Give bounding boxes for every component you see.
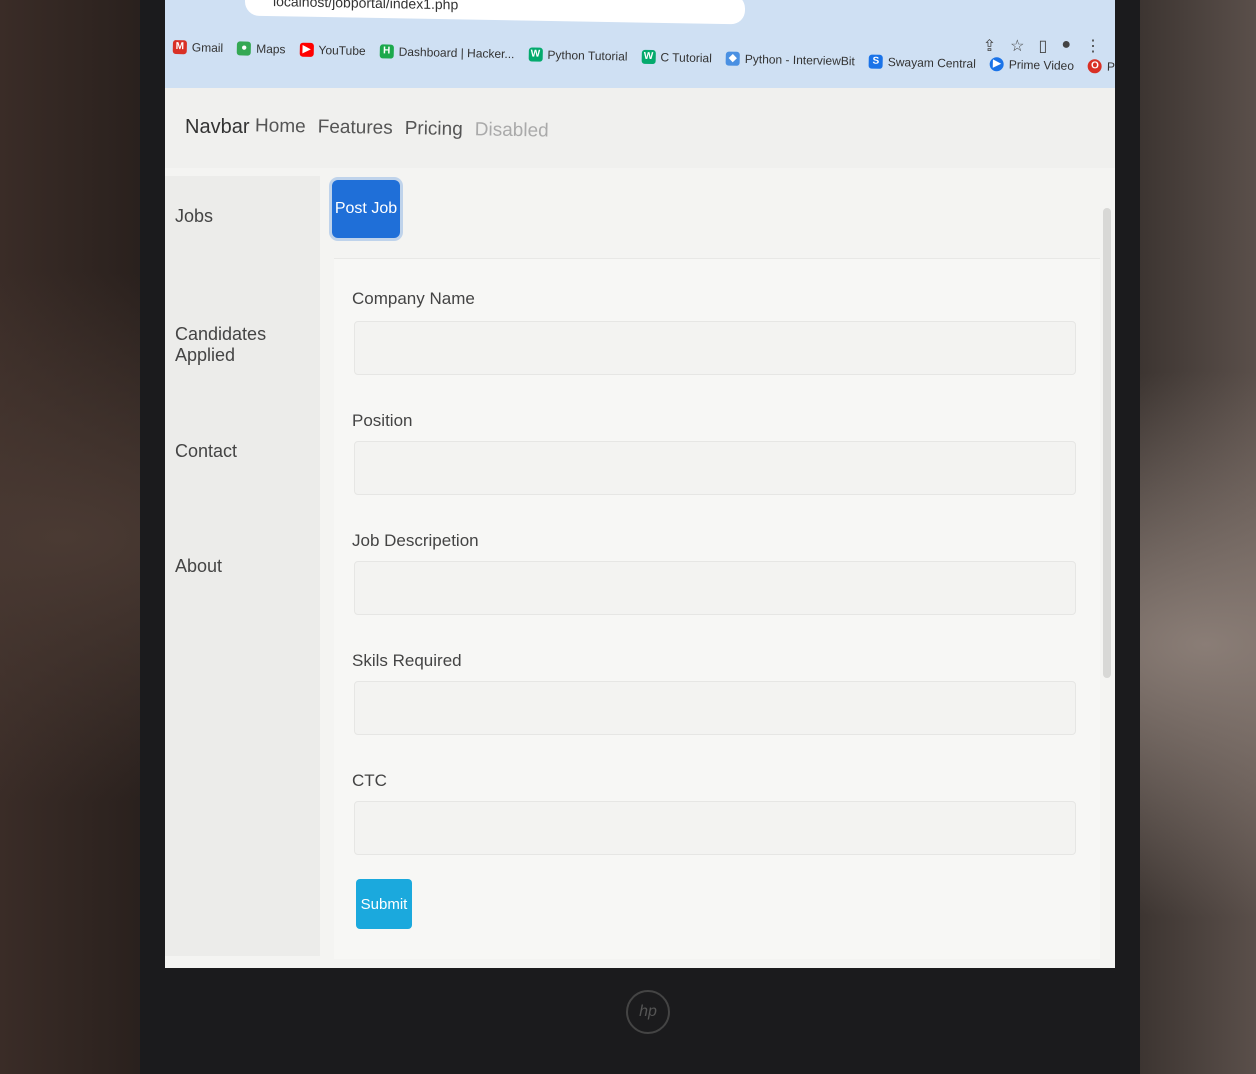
bookmark-youtube[interactable]: ▶ YouTube [299, 42, 366, 58]
job-description-input[interactable] [354, 561, 1076, 615]
bookmarks-bar: M Gmail ● Maps ▶ YouTube H Dashboard | Hacke… [165, 32, 1115, 89]
sidepanel-icon[interactable]: ▯ [1039, 36, 1048, 56]
position-label: Position [352, 411, 413, 430]
browser-actions: ⇪ ☆ ▯ ● ⋮ [983, 36, 1101, 56]
gmail-icon: M [172, 40, 187, 55]
sidebar: Jobs Candidates Applied Contact About [165, 176, 320, 956]
company-name-label: Company Name [352, 289, 475, 308]
submit-button[interactable]: Submit [356, 879, 412, 929]
page-scrollbar[interactable] [1103, 208, 1111, 678]
nav-link-home[interactable]: Home [255, 115, 306, 138]
job-description-label: Job Descripetion [352, 531, 479, 550]
hackerrank-icon: H [379, 44, 394, 59]
w3schools-icon: W [641, 49, 656, 65]
bookmark-swayam[interactable]: S Swayam Central [868, 54, 976, 71]
bookmark-prime-video[interactable]: ▶ Prime Video [989, 57, 1074, 73]
maps-icon: ● [237, 41, 252, 56]
nav-link-pricing[interactable]: Pricing [404, 118, 462, 141]
bookmark-hackerrank[interactable]: H Dashboard | Hacker... [379, 44, 515, 61]
prime-video-icon: ▶ [989, 57, 1004, 72]
nav-link-features[interactable]: Features [318, 117, 393, 140]
interviewbit-icon: ◆ [725, 51, 740, 66]
nav-link-disabled: Disabled [474, 119, 549, 142]
swayam-icon: S [868, 54, 883, 69]
bookmark-python-tutorial[interactable]: W Python Tutorial [528, 47, 628, 64]
post-job-button[interactable]: Post Job [332, 180, 400, 238]
post-job-form: Company Name Position Job Descripetion S… [334, 258, 1100, 959]
address-bar[interactable]: localhost/jobportal/index1.php [245, 0, 745, 25]
profile-avatar-icon[interactable]: ● [1061, 36, 1071, 56]
share-icon[interactable]: ⇪ [983, 36, 996, 56]
ctc-label: CTC [352, 771, 387, 790]
web-page: Navbar Home Features Pricing Disabled Jo… [165, 88, 1115, 968]
navbar-links: Home Features Pricing Disabled [255, 115, 549, 142]
bookmark-1stop[interactable]: OProjects - 1Stop [1087, 59, 1115, 75]
bookmark-gmail[interactable]: M Gmail [172, 40, 223, 55]
main-content: Post Job Company Name Position Job Descr… [330, 176, 1100, 959]
navbar: Navbar Home Features Pricing Disabled [165, 88, 1115, 168]
1stop-icon: O [1087, 59, 1103, 74]
skills-required-input[interactable] [354, 681, 1076, 735]
sidebar-item-jobs[interactable]: Jobs [175, 206, 213, 227]
bookmark-interviewbit[interactable]: ◆ Python - InterviewBit [725, 51, 855, 68]
sidebar-item-contact[interactable]: Contact [175, 441, 237, 462]
laptop-screen: localhost/jobportal/index1.php M Gmail ● M… [165, 0, 1115, 968]
position-input[interactable] [354, 441, 1076, 495]
star-icon[interactable]: ☆ [1010, 36, 1024, 56]
sidebar-item-about[interactable]: About [175, 556, 222, 577]
bookmark-maps[interactable]: ● Maps [237, 41, 286, 56]
company-name-input[interactable] [354, 321, 1076, 375]
menu-icon[interactable]: ⋮ [1085, 36, 1101, 56]
address-bar-area: localhost/jobportal/index1.php [165, 0, 1115, 32]
navbar-brand[interactable]: Navbar [185, 116, 249, 139]
sidebar-item-candidates-applied[interactable]: Candidates Applied [175, 324, 320, 366]
youtube-icon: ▶ [299, 42, 314, 57]
ctc-input[interactable] [354, 801, 1076, 855]
skills-required-label: Skils Required [352, 651, 462, 670]
hp-logo-icon: hp [626, 990, 670, 1034]
w3schools-icon: W [528, 47, 543, 62]
bookmark-c-tutorial[interactable]: WC Tutorial [641, 49, 712, 65]
